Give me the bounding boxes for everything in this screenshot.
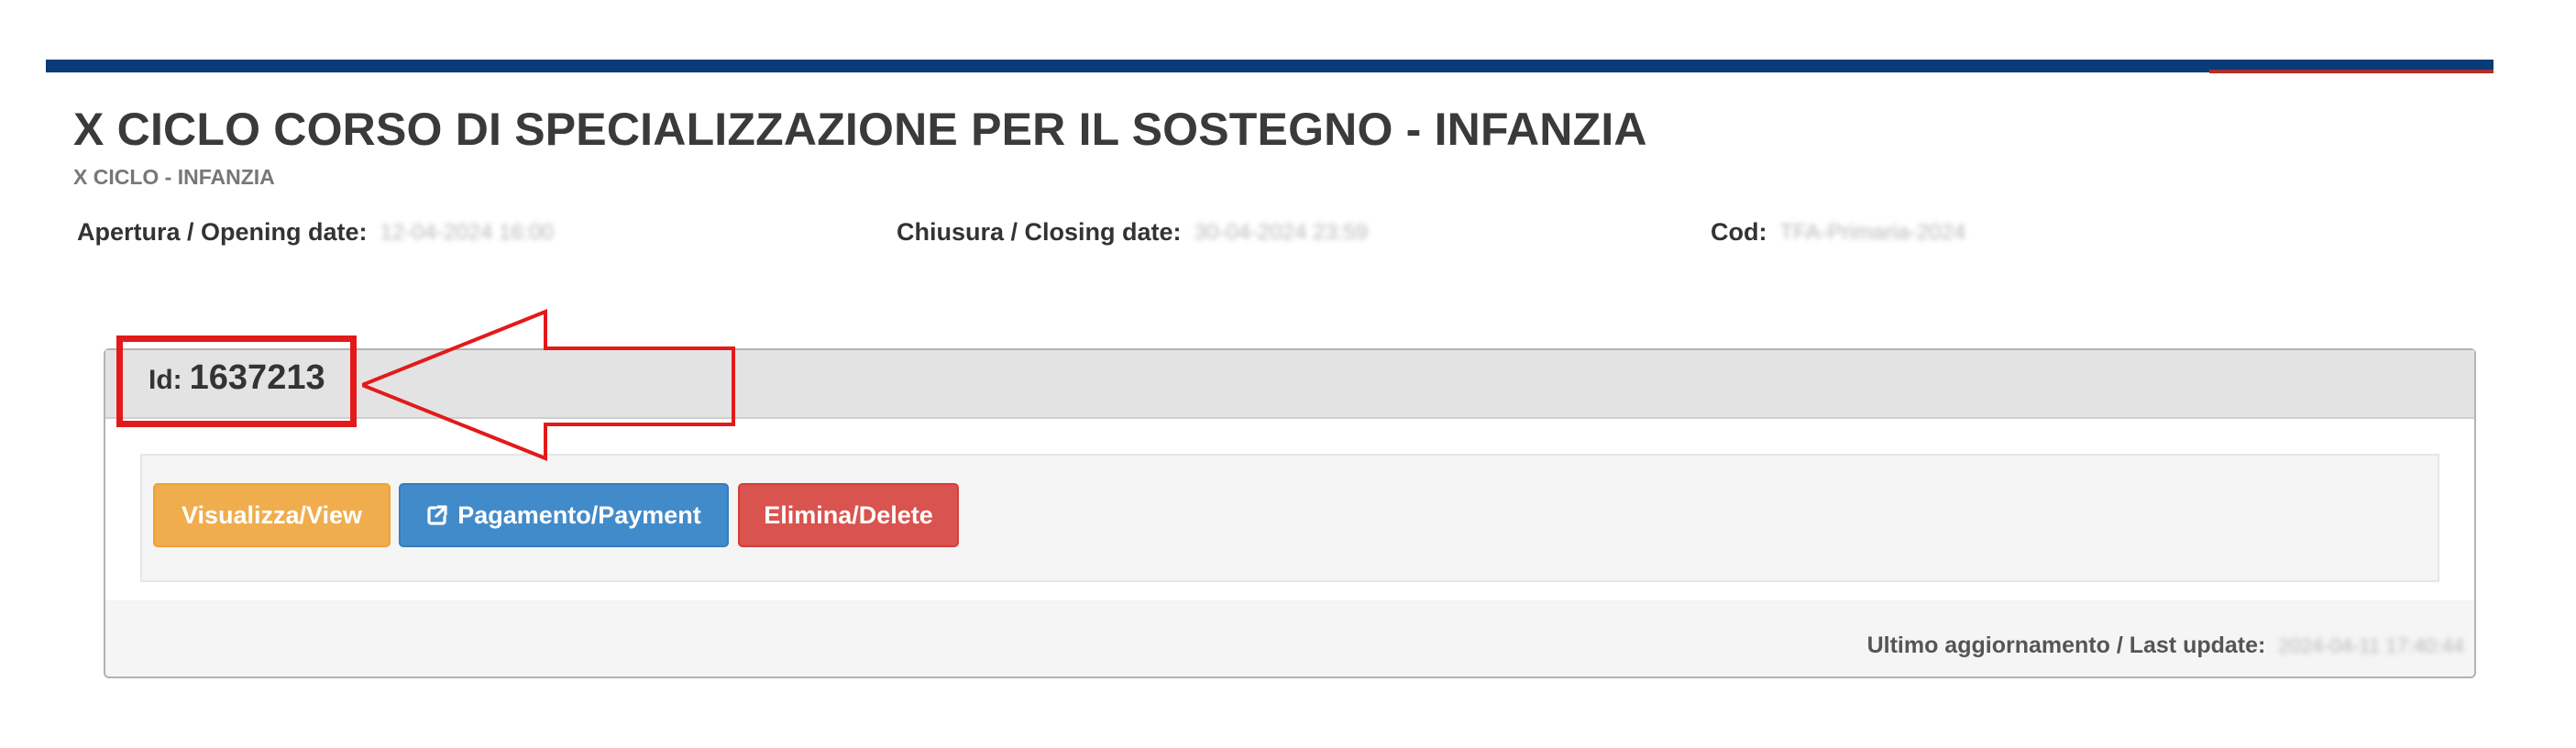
external-link-icon bbox=[427, 505, 447, 525]
id-highlight-box bbox=[116, 336, 357, 427]
course-code-label: Cod: bbox=[1711, 218, 1767, 246]
opening-date: Apertura / Opening date: 12-04-2024 16:0… bbox=[77, 218, 554, 247]
closing-date-value: 30-04-2024 23:59 bbox=[1194, 219, 1369, 245]
last-update-value: 2024-04-11 17:40:44 bbox=[2278, 633, 2464, 657]
opening-date-label: Apertura / Opening date: bbox=[77, 218, 368, 246]
last-update: Ultimo aggiornamento / Last update: 2024… bbox=[1867, 632, 2464, 659]
opening-date-value: 12-04-2024 16:00 bbox=[380, 219, 555, 245]
closing-date-label: Chiusura / Closing date: bbox=[897, 218, 1182, 246]
top-brand-bar bbox=[46, 60, 2493, 72]
payment-button-label: Pagamento/Payment bbox=[457, 500, 701, 529]
delete-button[interactable]: Elimina/Delete bbox=[738, 483, 959, 547]
payment-button[interactable]: Pagamento/Payment bbox=[399, 483, 729, 547]
pointer-arrow-icon bbox=[362, 309, 735, 461]
view-button-label: Visualizza/View bbox=[181, 500, 363, 529]
delete-button-label: Elimina/Delete bbox=[764, 500, 933, 529]
page-title: X CICLO CORSO DI SPECIALIZZAZIONE PER IL… bbox=[73, 104, 1647, 155]
course-code: Cod: TFA-Primaria-2024 bbox=[1711, 218, 1965, 247]
page-subtitle: X CICLO - INFANZIA bbox=[73, 165, 275, 189]
last-update-label: Ultimo aggiornamento / Last update: bbox=[1866, 632, 2266, 658]
top-bar-accent bbox=[2209, 70, 2493, 73]
course-code-value: TFA-Primaria-2024 bbox=[1779, 219, 1966, 245]
view-button[interactable]: Visualizza/View bbox=[153, 483, 391, 547]
closing-date: Chiusura / Closing date: 30-04-2024 23:5… bbox=[897, 218, 1368, 247]
